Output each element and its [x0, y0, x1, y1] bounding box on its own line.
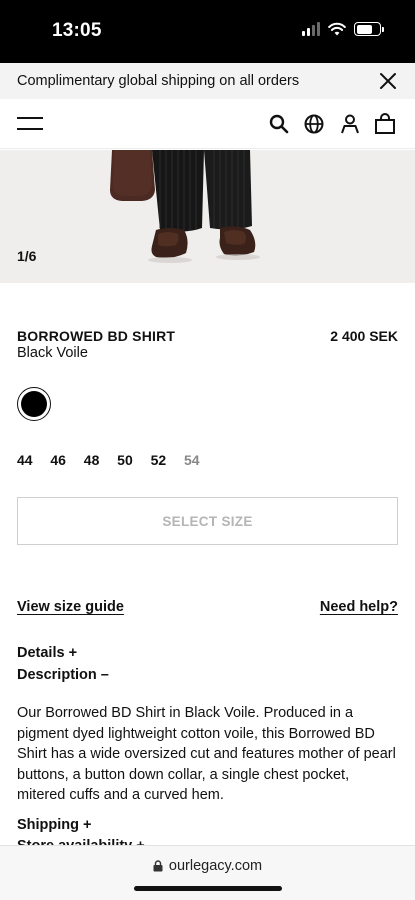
size-option-unavailable[interactable]: 54 [184, 452, 217, 468]
url-text: ourlegacy.com [168, 858, 263, 874]
close-icon[interactable] [379, 72, 397, 90]
product-photo [0, 150, 415, 283]
wifi-icon [328, 22, 346, 36]
url-field[interactable]: ourlegacy.com [0, 858, 415, 874]
cellular-signal-icon [302, 22, 320, 36]
status-icons [302, 22, 384, 36]
size-option[interactable]: 48 [84, 452, 117, 468]
menu-button[interactable] [17, 115, 43, 133]
announcement-text: Complimentary global shipping on all ord… [17, 73, 300, 89]
product-price: 2 400 SEK [330, 328, 398, 344]
size-options: 44 46 48 50 52 54 [17, 452, 217, 468]
size-option[interactable]: 44 [17, 452, 50, 468]
search-icon[interactable] [267, 112, 291, 136]
home-indicator[interactable] [134, 886, 282, 891]
bag-icon[interactable] [373, 112, 397, 136]
color-swatch-fill [21, 391, 47, 417]
size-option[interactable]: 52 [151, 452, 184, 468]
image-counter: 1/6 [17, 248, 37, 264]
product-color: Black Voile [17, 345, 88, 361]
globe-icon[interactable] [302, 112, 326, 136]
product-description: Our Borrowed BD Shirt in Black Voile. Pr… [17, 705, 396, 803]
color-swatch[interactable] [17, 387, 51, 421]
size-option[interactable]: 46 [50, 452, 83, 468]
details-accordion[interactable]: Details + [17, 645, 77, 661]
lock-icon [153, 860, 163, 872]
size-guide-link[interactable]: View size guide [17, 599, 124, 615]
status-time: 13:05 [52, 20, 102, 41]
size-option[interactable]: 50 [117, 452, 150, 468]
browser-address-bar: ourlegacy.com [0, 845, 415, 900]
product-image[interactable]: 1/6 [0, 150, 415, 283]
status-bar: 13:05 [0, 0, 415, 63]
product-name: BORROWED BD SHIRT [17, 328, 176, 344]
site-header [0, 99, 415, 149]
announcement-bar: Complimentary global shipping on all ord… [0, 63, 415, 99]
select-size-button[interactable]: SELECT SIZE [17, 497, 398, 545]
shipping-accordion[interactable]: Shipping + [17, 817, 92, 833]
battery-icon [354, 22, 384, 36]
need-help-link[interactable]: Need help? [320, 599, 398, 615]
description-accordion[interactable]: Description – [17, 667, 109, 683]
account-icon[interactable] [338, 112, 362, 136]
